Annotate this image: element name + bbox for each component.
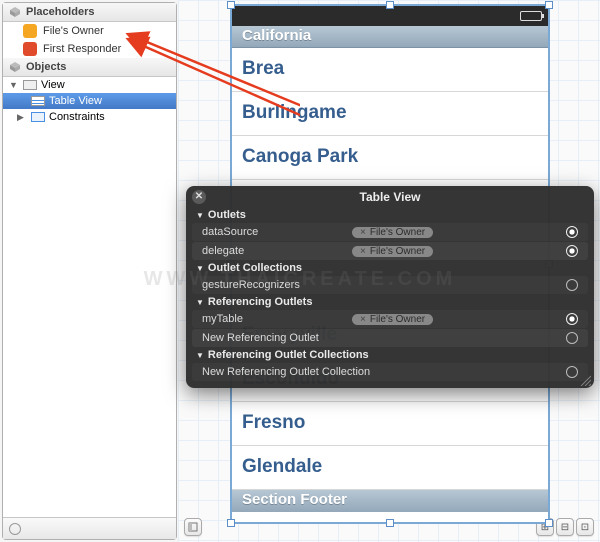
constraints-label: Constraints	[49, 111, 105, 123]
close-icon[interactable]: ✕	[192, 190, 206, 204]
connection-row-mytable[interactable]: myTable ×File's Owner	[192, 310, 588, 328]
tableview-icon	[31, 96, 45, 106]
outlet-name: dataSource	[202, 226, 352, 238]
connection-indicator-icon[interactable]	[566, 279, 578, 291]
remove-connection-icon[interactable]: ×	[360, 227, 366, 238]
outlet-name: delegate	[202, 245, 352, 257]
connection-indicator-icon[interactable]	[566, 245, 578, 257]
table-cell[interactable]: Glendale	[232, 446, 548, 490]
view-icon	[23, 80, 37, 90]
connection-row-gesture[interactable]: gestureRecognizers	[192, 276, 588, 294]
disclosure-triangle-icon[interactable]: ▼	[9, 80, 19, 90]
table-cell[interactable]: Canoga Park	[232, 136, 548, 180]
connection-indicator-icon[interactable]	[566, 226, 578, 238]
table-cell[interactable]: Brea	[232, 48, 548, 92]
table-section-header: California	[232, 26, 548, 48]
table-cell[interactable]: Fresno	[232, 402, 548, 446]
files-owner-row[interactable]: File's Owner	[3, 22, 176, 40]
canvas-toggle-outline-button[interactable]	[184, 518, 202, 536]
files-owner-label: File's Owner	[43, 25, 104, 37]
view-label: View	[41, 79, 65, 91]
cube-icon	[9, 61, 21, 73]
cube-icon	[9, 6, 21, 18]
selection-handle[interactable]	[545, 519, 553, 527]
table-section-footer: Section Footer	[232, 490, 548, 512]
connections-inspector-hud[interactable]: ✕ Table View ▼Outlets dataSource ×File's…	[186, 186, 594, 388]
first-responder-label: First Responder	[43, 43, 121, 55]
remove-connection-icon[interactable]: ×	[360, 314, 366, 325]
resize-grip-icon[interactable]	[579, 374, 591, 386]
outlet-collections-group-header[interactable]: ▼Outlet Collections	[186, 261, 594, 275]
placeholders-header: Placeholders	[3, 3, 176, 22]
selection-handle[interactable]	[386, 519, 394, 527]
first-responder-row[interactable]: First Responder	[3, 40, 176, 58]
tableview-label: Table View	[49, 95, 102, 107]
connection-row-datasource[interactable]: dataSource ×File's Owner	[192, 223, 588, 241]
outlet-name: gestureRecognizers	[202, 279, 352, 291]
outline-footer	[3, 517, 176, 539]
canvas-layout-button-3[interactable]: ⊡	[576, 518, 594, 536]
objects-label: Objects	[26, 61, 66, 73]
canvas-layout-button-2[interactable]: ⊟	[556, 518, 574, 536]
objects-header: Objects	[3, 58, 176, 77]
referencing-outlet-collections-group-header[interactable]: ▼Referencing Outlet Collections	[186, 348, 594, 362]
connection-indicator-icon[interactable]	[566, 332, 578, 344]
selection-handle[interactable]	[545, 1, 553, 9]
connection-row-new-ref[interactable]: New Referencing Outlet	[192, 329, 588, 347]
battery-icon	[520, 11, 542, 21]
new-referencing-outlet-collection-label: New Referencing Outlet Collection	[202, 366, 370, 378]
first-responder-icon	[23, 42, 37, 56]
filter-icon[interactable]	[9, 523, 21, 535]
selection-handle[interactable]	[227, 519, 235, 527]
connection-row-delegate[interactable]: delegate ×File's Owner	[192, 242, 588, 260]
outlets-group-header[interactable]: ▼Outlets	[186, 208, 594, 222]
outline-tableview-row[interactable]: Table View	[3, 93, 176, 109]
selection-handle[interactable]	[386, 1, 394, 9]
hud-title-label: Table View	[360, 190, 421, 204]
outline-view-row[interactable]: ▼ View	[3, 77, 176, 93]
outline-constraints-row[interactable]: ▶ Constraints	[3, 109, 176, 125]
placeholders-label: Placeholders	[26, 6, 94, 18]
connection-destination-pill[interactable]: ×File's Owner	[352, 314, 433, 325]
document-outline-panel: Placeholders File's Owner First Responde…	[2, 2, 177, 540]
new-referencing-outlet-label: New Referencing Outlet	[202, 332, 319, 344]
connection-destination-pill[interactable]: ×File's Owner	[352, 227, 433, 238]
constraints-icon	[31, 112, 45, 122]
hud-title[interactable]: ✕ Table View	[186, 186, 594, 208]
outlet-name: myTable	[202, 313, 352, 325]
disclosure-triangle-icon[interactable]: ▶	[17, 112, 27, 123]
selection-handle[interactable]	[227, 1, 235, 9]
table-cell[interactable]: Burlingame	[232, 92, 548, 136]
connection-indicator-icon[interactable]	[566, 313, 578, 325]
connection-destination-pill[interactable]: ×File's Owner	[352, 246, 433, 257]
files-owner-icon	[23, 24, 37, 38]
connection-row-new-ref-collection[interactable]: New Referencing Outlet Collection	[192, 363, 588, 381]
referencing-outlets-group-header[interactable]: ▼Referencing Outlets	[186, 295, 594, 309]
remove-connection-icon[interactable]: ×	[360, 246, 366, 257]
status-bar	[232, 6, 548, 26]
connection-indicator-icon[interactable]	[566, 366, 578, 378]
